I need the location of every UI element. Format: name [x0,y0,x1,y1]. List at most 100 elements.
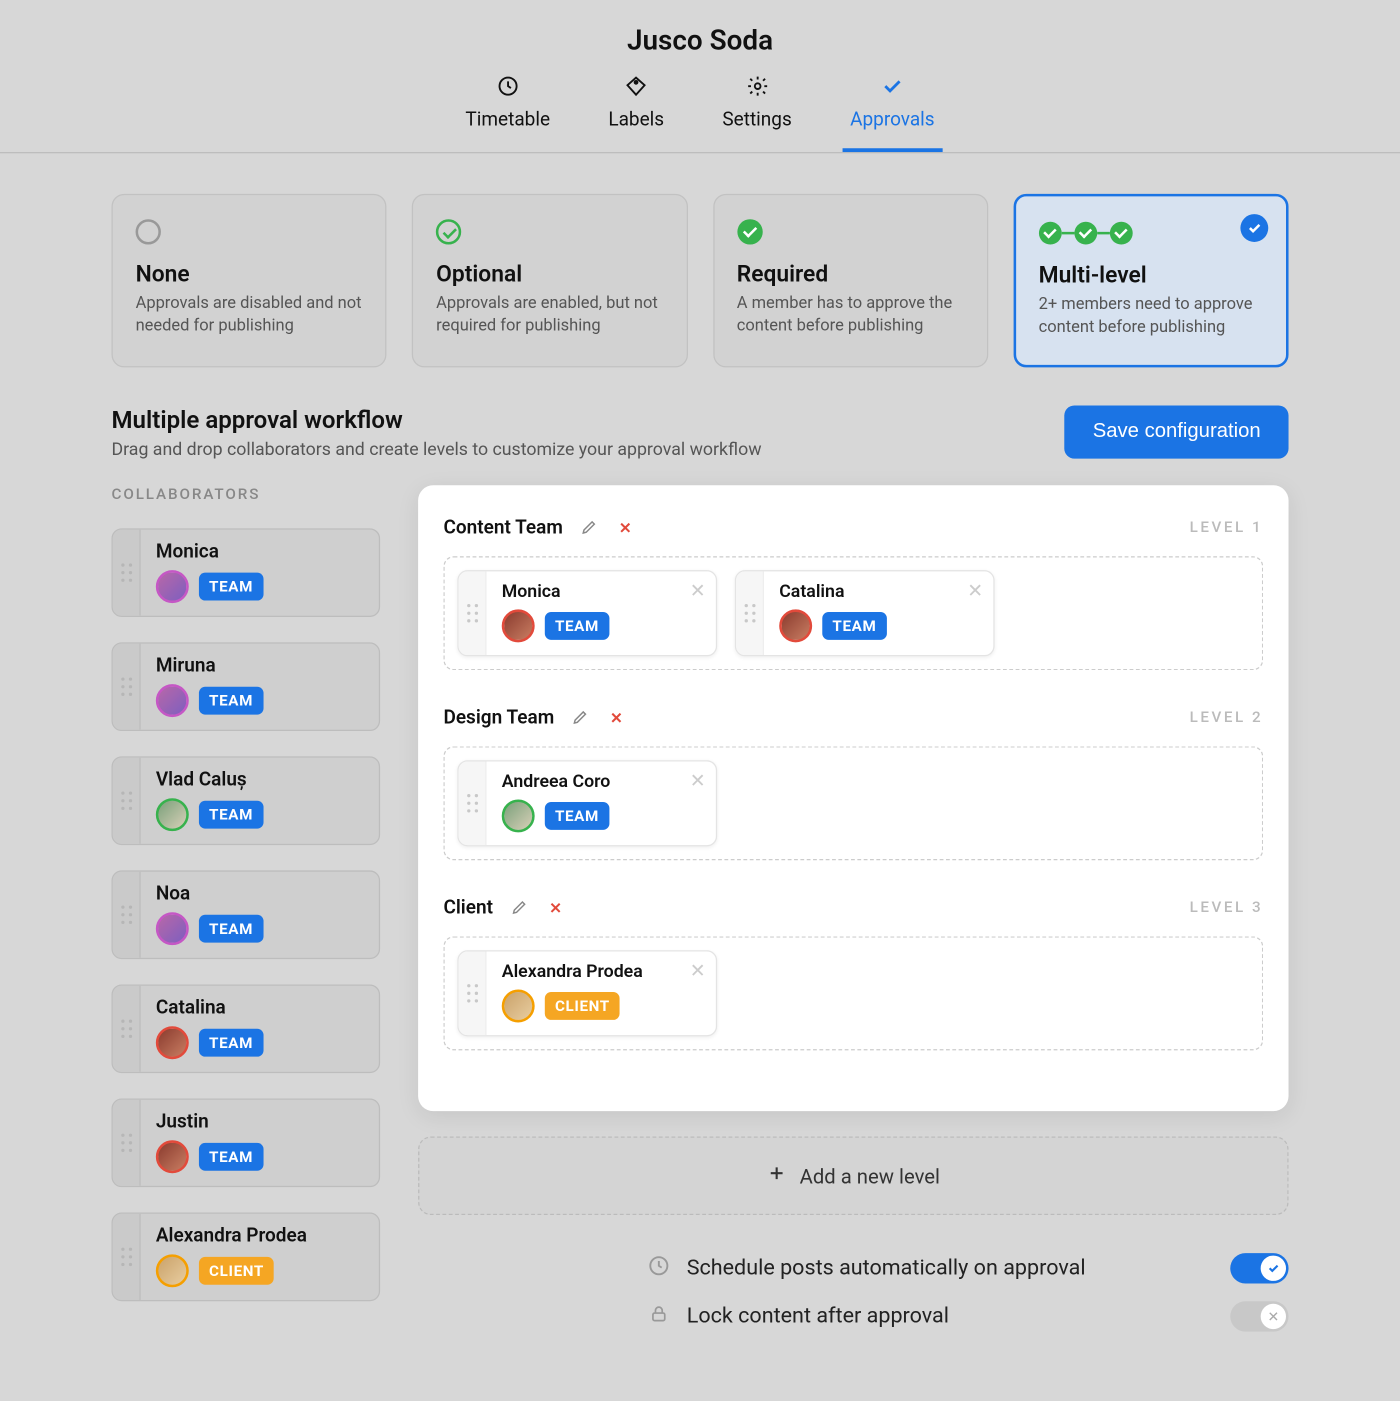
collaborator-name: Catalina [156,996,364,1019]
collaborator-name: Monica [156,540,364,563]
toggle-knob: ✕ [1261,1304,1286,1329]
card-desc: Approvals are disabled and not needed fo… [136,293,363,339]
collaborator-name: Miruna [156,654,364,677]
section-subtitle: Drag and drop collaborators and create l… [111,440,761,460]
level-name: Content Team [443,516,562,539]
section-header: Multiple approval workflow Drag and drop… [111,406,1288,460]
tab-label: Labels [608,108,664,131]
edit-level-icon[interactable] [576,514,604,542]
role-badge: CLIENT [545,993,620,1021]
remove-member-icon[interactable]: ✕ [967,579,983,602]
collaborator-card[interactable]: Vlad Caluș TEAM [111,757,380,846]
approval-level: ClientLEVEL 3Alexandra ProdeaCLIENT✕ [443,894,1263,1051]
save-configuration-button[interactable]: Save configuration [1065,406,1289,459]
toggle-lock-content[interactable]: ✕ [1230,1302,1288,1332]
drag-handle-icon[interactable] [113,758,141,844]
level-member-card[interactable]: Monica TEAM ✕ [457,571,717,657]
tab-labels[interactable]: Labels [601,75,672,152]
level-member-card[interactable]: Alexandra Prodea CLIENT ✕ [457,951,717,1037]
card-desc: 2+ members need to approve content befor… [1039,294,1264,340]
workflow-area: COLLABORATORS MonicaTEAMMirunaTEAMVlad C… [111,486,1288,1350]
tab-label: Timetable [465,108,550,131]
circle-empty-icon [136,218,363,246]
card-title: Multi-level [1039,262,1264,289]
tag-icon [625,75,648,98]
drag-handle-icon[interactable] [459,762,487,846]
drag-handle-icon[interactable] [113,872,141,958]
avatar [502,610,535,643]
drag-handle-icon[interactable] [113,1214,141,1300]
delete-level-icon[interactable] [611,514,639,542]
edit-level-icon[interactable] [567,704,595,732]
drag-handle-icon[interactable] [113,530,141,616]
card-multi-level[interactable]: Multi-level 2+ members need to approve c… [1013,194,1288,368]
member-name: Andreea Coro [502,772,701,792]
level-member-card[interactable]: Andreea CoroTEAM✕ [457,761,717,847]
collaborator-card[interactable]: CatalinaTEAM [111,985,380,1074]
drag-handle-icon[interactable] [113,986,141,1072]
collaborator-name: Alexandra Prodea [156,1224,364,1247]
edit-level-icon[interactable] [506,894,534,922]
member-name: Catalina [779,582,978,602]
drag-handle-icon[interactable] [736,572,764,656]
tab-approvals[interactable]: Approvals [842,75,942,152]
setting-label: Lock content after approval [687,1304,949,1329]
add-level-button[interactable]: Add a new level [418,1137,1288,1216]
collaborator-card[interactable]: Alexandra ProdeaCLIENT [111,1213,380,1302]
avatar [156,571,189,604]
delete-level-icon[interactable] [541,894,569,922]
plus-icon [767,1164,787,1189]
avatar [156,685,189,718]
collaborator-card[interactable]: JustinTEAM [111,1099,380,1188]
level-number-label: LEVEL 2 [1190,709,1264,727]
card-optional[interactable]: Optional Approvals are enabled, but not … [412,194,687,368]
remove-member-icon[interactable]: ✕ [690,960,706,983]
level-dropzone[interactable]: Andreea CoroTEAM✕ [443,747,1263,861]
avatar [156,799,189,832]
setting-auto-schedule: Schedule posts automatically on approval [646,1254,1288,1284]
lock-icon [646,1304,671,1331]
level-number-label: LEVEL 3 [1190,899,1264,917]
role-badge: TEAM [199,573,263,601]
main-content: None Approvals are disabled and not need… [0,153,1400,1400]
setting-label: Schedule posts automatically on approval [687,1256,1086,1281]
drag-handle-icon[interactable] [113,644,141,730]
collaborator-card[interactable]: Monica TEAM [111,529,380,618]
approval-settings: Schedule posts automatically on approval… [418,1254,1288,1333]
collaborator-card[interactable]: Miruna TEAM [111,643,380,732]
card-title: Optional [436,261,663,288]
member-name: Monica [502,582,701,602]
role-badge: TEAM [822,612,886,640]
collaborator-name: Noa [156,882,364,905]
member-name: Alexandra Prodea [502,962,701,982]
collaborator-name: Vlad Caluș [156,768,364,791]
collaborators-heading: COLLABORATORS [111,486,380,504]
drag-handle-icon[interactable] [459,572,487,656]
role-badge: TEAM [199,801,263,829]
level-dropzone[interactable]: Alexandra Prodea CLIENT ✕ [443,937,1263,1051]
collaborator-name: Justin [156,1110,364,1133]
role-badge: TEAM [545,612,609,640]
toggle-auto-schedule[interactable] [1230,1254,1288,1284]
collaborator-card[interactable]: Noa TEAM [111,871,380,960]
level-member-card[interactable]: Catalina TEAM ✕ [735,571,995,657]
avatar [502,990,535,1023]
delete-level-icon[interactable] [602,704,630,732]
role-badge: TEAM [199,687,263,715]
level-name: Design Team [443,706,554,729]
card-desc: Approvals are enabled, but not required … [436,293,663,339]
tab-timetable[interactable]: Timetable [458,75,558,152]
drag-handle-icon[interactable] [459,952,487,1036]
level-dropzone[interactable]: MonicaTEAM✕CatalinaTEAM✕ [443,557,1263,671]
tab-settings[interactable]: Settings [715,75,800,152]
remove-member-icon[interactable]: ✕ [690,770,706,793]
clock-icon [646,1254,671,1283]
tab-bar: Timetable Labels Settings Approvals [0,75,1400,152]
page-header: Jusco Soda Timetable Labels Settings App… [0,0,1400,153]
card-none[interactable]: None Approvals are disabled and not need… [111,194,386,368]
avatar [156,1027,189,1060]
role-badge: TEAM [199,915,263,943]
remove-member-icon[interactable]: ✕ [690,579,706,602]
drag-handle-icon[interactable] [113,1100,141,1186]
card-required[interactable]: Required A member has to approve the con… [713,194,988,368]
